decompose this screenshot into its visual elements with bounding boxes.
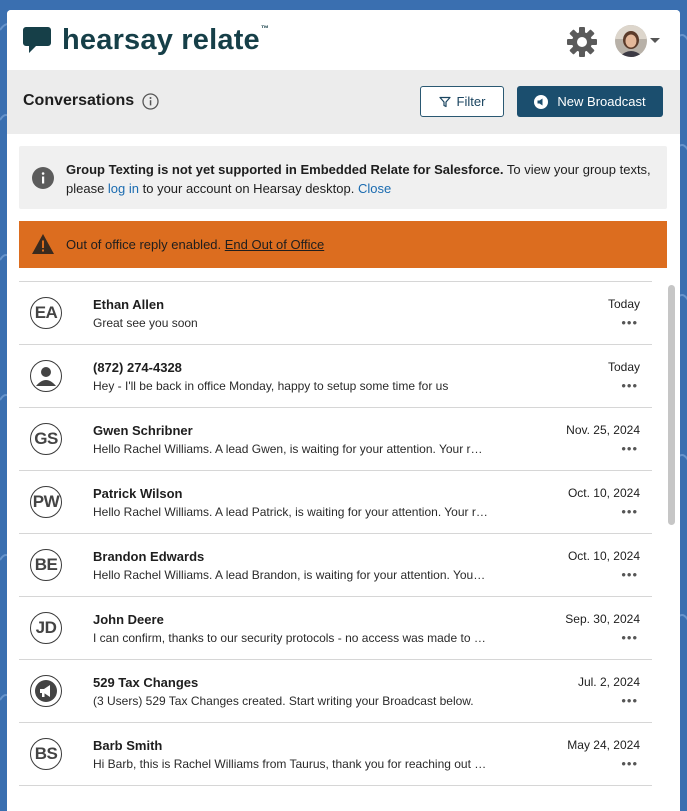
contact-name: Patrick Wilson [93, 486, 183, 501]
conversation-date: Nov. 25, 2024 [566, 423, 640, 437]
contact-initials-avatar: BE [30, 549, 62, 581]
conversation-row[interactable]: EA Ethan Allen Great see you soon Today … [19, 282, 652, 345]
new-broadcast-label: New Broadcast [557, 94, 646, 109]
message-preview: Hello Rachel Williams. A lead Brandon, i… [93, 568, 488, 582]
broadcast-avatar-icon [30, 675, 62, 707]
chat-bubble-logo-icon [23, 27, 51, 53]
log-in-link[interactable]: log in [108, 181, 139, 196]
contact-initials-avatar: JD [30, 612, 62, 644]
contact-name: Gwen Schribner [93, 423, 193, 438]
conversation-list: EA Ethan Allen Great see you soon Today … [19, 281, 652, 786]
close-notice-link[interactable]: Close [358, 181, 391, 196]
message-preview: Hello Rachel Williams. A lead Patrick, i… [93, 505, 488, 519]
conversation-date: Jul. 2, 2024 [577, 675, 640, 689]
group-texting-notice: Group Texting is not yet supported in Em… [19, 146, 667, 209]
contact-initials-avatar: PW [30, 486, 62, 518]
contact-name: Brandon Edwards [93, 549, 205, 564]
info-filled-icon [32, 167, 54, 189]
conversation-row[interactable]: PW Patrick Wilson Hello Rachel Williams.… [19, 471, 652, 534]
hearsay-logo: hearsay relate ™ [22, 22, 269, 58]
top-bar: hearsay relate ™ [7, 10, 680, 70]
conversation-date: Today [607, 297, 640, 311]
funnel-icon [438, 96, 451, 107]
ooo-text: Out of office reply enabled. End Out of … [66, 237, 324, 252]
new-broadcast-button[interactable]: New Broadcast [517, 86, 663, 117]
logo-trademark: ™ [260, 23, 269, 33]
settings-gear-icon[interactable] [566, 26, 598, 58]
message-preview: Hello Rachel Williams. A lead Gwen, is w… [93, 442, 488, 456]
message-preview: Great see you soon [93, 316, 198, 330]
out-of-office-banner: Out of office reply enabled. End Out of … [19, 221, 667, 268]
conversation-date: Oct. 10, 2024 [567, 549, 640, 563]
filter-button[interactable]: Filter [420, 86, 504, 117]
broadcast-megaphone-icon [534, 94, 549, 109]
end-out-of-office-link[interactable]: End Out of Office [225, 237, 324, 252]
message-preview: (3 Users) 529 Tax Changes created. Start… [93, 694, 474, 708]
notice-bold-text: Group Texting is not yet supported in Em… [66, 162, 504, 177]
conversation-row[interactable]: BS Barb Smith Hi Barb, this is Rachel Wi… [19, 723, 652, 786]
conversation-row[interactable]: GS Gwen Schribner Hello Rachel Williams.… [19, 408, 652, 471]
more-options-icon[interactable]: ••• [621, 441, 638, 456]
conversation-date: Oct. 10, 2024 [567, 486, 640, 500]
more-options-icon[interactable]: ••• [621, 567, 638, 582]
conversation-date: May 24, 2024 [567, 738, 640, 752]
contact-initials-avatar: GS [30, 423, 62, 455]
conversation-row[interactable]: JD John Deere I can confirm, thanks to o… [19, 597, 652, 660]
more-options-icon[interactable]: ••• [621, 378, 638, 393]
conversation-date: Sep. 30, 2024 [565, 612, 640, 626]
ooo-message: Out of office reply enabled. [66, 237, 225, 252]
warning-icon [32, 234, 54, 254]
more-options-icon[interactable]: ••• [621, 630, 638, 645]
conversation-row[interactable]: BE Brandon Edwards Hello Rachel Williams… [19, 534, 652, 597]
contact-name: Ethan Allen [93, 297, 165, 312]
chevron-down-icon[interactable] [649, 37, 661, 45]
more-options-icon[interactable]: ••• [621, 693, 638, 708]
contact-name: 529 Tax Changes [93, 675, 199, 690]
contact-name: Barb Smith [93, 738, 163, 753]
filter-button-label: Filter [456, 94, 486, 109]
conversations-header: Conversations Filter New Broadcast [7, 70, 680, 134]
contact-name: John Deere [93, 612, 164, 627]
contact-initials-avatar: BS [30, 738, 62, 770]
message-preview: Hi Barb, this is Rachel Williams from Ta… [93, 757, 488, 771]
logo-text: hearsay relate [62, 23, 260, 56]
app-frame: hearsay relate ™ Conversations Filter Ne… [7, 10, 680, 811]
page-title: Conversations [23, 92, 135, 109]
conversation-row[interactable]: (872) 274-4328 Hey - I'll be back in off… [19, 345, 652, 408]
conversation-row[interactable]: 529 Tax Changes (3 Users) 529 Tax Change… [19, 660, 652, 723]
notice-text: Group Texting is not yet supported in Em… [66, 160, 656, 198]
more-options-icon[interactable]: ••• [621, 756, 638, 771]
person-avatar-icon [30, 360, 62, 392]
more-options-icon[interactable]: ••• [621, 315, 638, 330]
notice-text-part2: to your account on Hearsay desktop. [139, 181, 358, 196]
info-icon[interactable] [142, 93, 159, 110]
message-preview: Hey - I'll be back in office Monday, hap… [93, 379, 449, 393]
user-menu[interactable] [615, 25, 661, 57]
scrollbar-thumb[interactable] [668, 285, 675, 525]
conversation-date: Today [607, 360, 640, 374]
contact-name: (872) 274-4328 [93, 360, 182, 375]
contact-initials-avatar: EA [30, 297, 62, 329]
user-avatar[interactable] [615, 25, 647, 57]
message-preview: I can confirm, thanks to our security pr… [93, 631, 488, 645]
more-options-icon[interactable]: ••• [621, 504, 638, 519]
